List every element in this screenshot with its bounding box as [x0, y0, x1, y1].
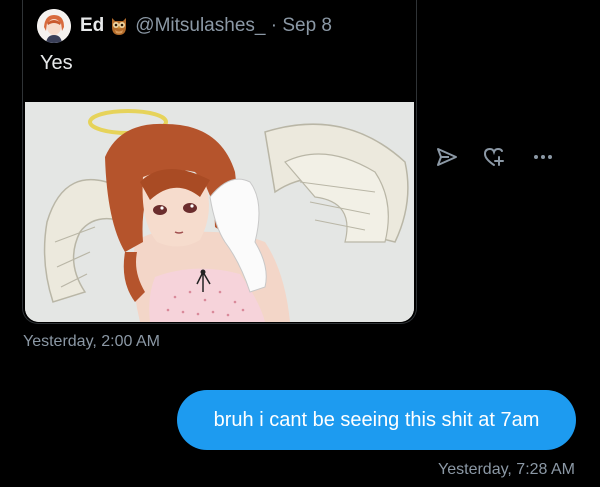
received-timestamp: Yesterday, 2:00 AM [23, 333, 160, 350]
tweet-media-image[interactable] [25, 102, 414, 322]
share-send-icon[interactable] [432, 142, 462, 172]
more-dots-icon[interactable] [528, 142, 558, 172]
tweet-date: Sep 8 [282, 15, 332, 36]
author-handle[interactable]: @Mitsulashes_ · Sep 8 [135, 15, 332, 37]
owl-icon [109, 15, 129, 37]
angel-anime-image [25, 102, 414, 322]
tweet-header: Ed @Mitsulashes_ · Sep 8 [37, 8, 332, 44]
sent-message-text: bruh i cant be seeing this shit at 7am [213, 408, 540, 431]
sent-timestamp: Yesterday, 7:28 AM [438, 461, 575, 478]
sent-message-bubble[interactable]: bruh i cant be seeing this shit at 7am [177, 390, 576, 450]
quoted-tweet-card[interactable]: Ed @Mitsulashes_ · Sep 8 Yes [22, 0, 417, 324]
author-avatar[interactable] [37, 9, 71, 43]
tweet-text: Yes [40, 52, 73, 74]
author-name[interactable]: Ed [80, 15, 104, 37]
add-reaction-icon[interactable] [480, 142, 510, 172]
message-actions [432, 142, 576, 172]
